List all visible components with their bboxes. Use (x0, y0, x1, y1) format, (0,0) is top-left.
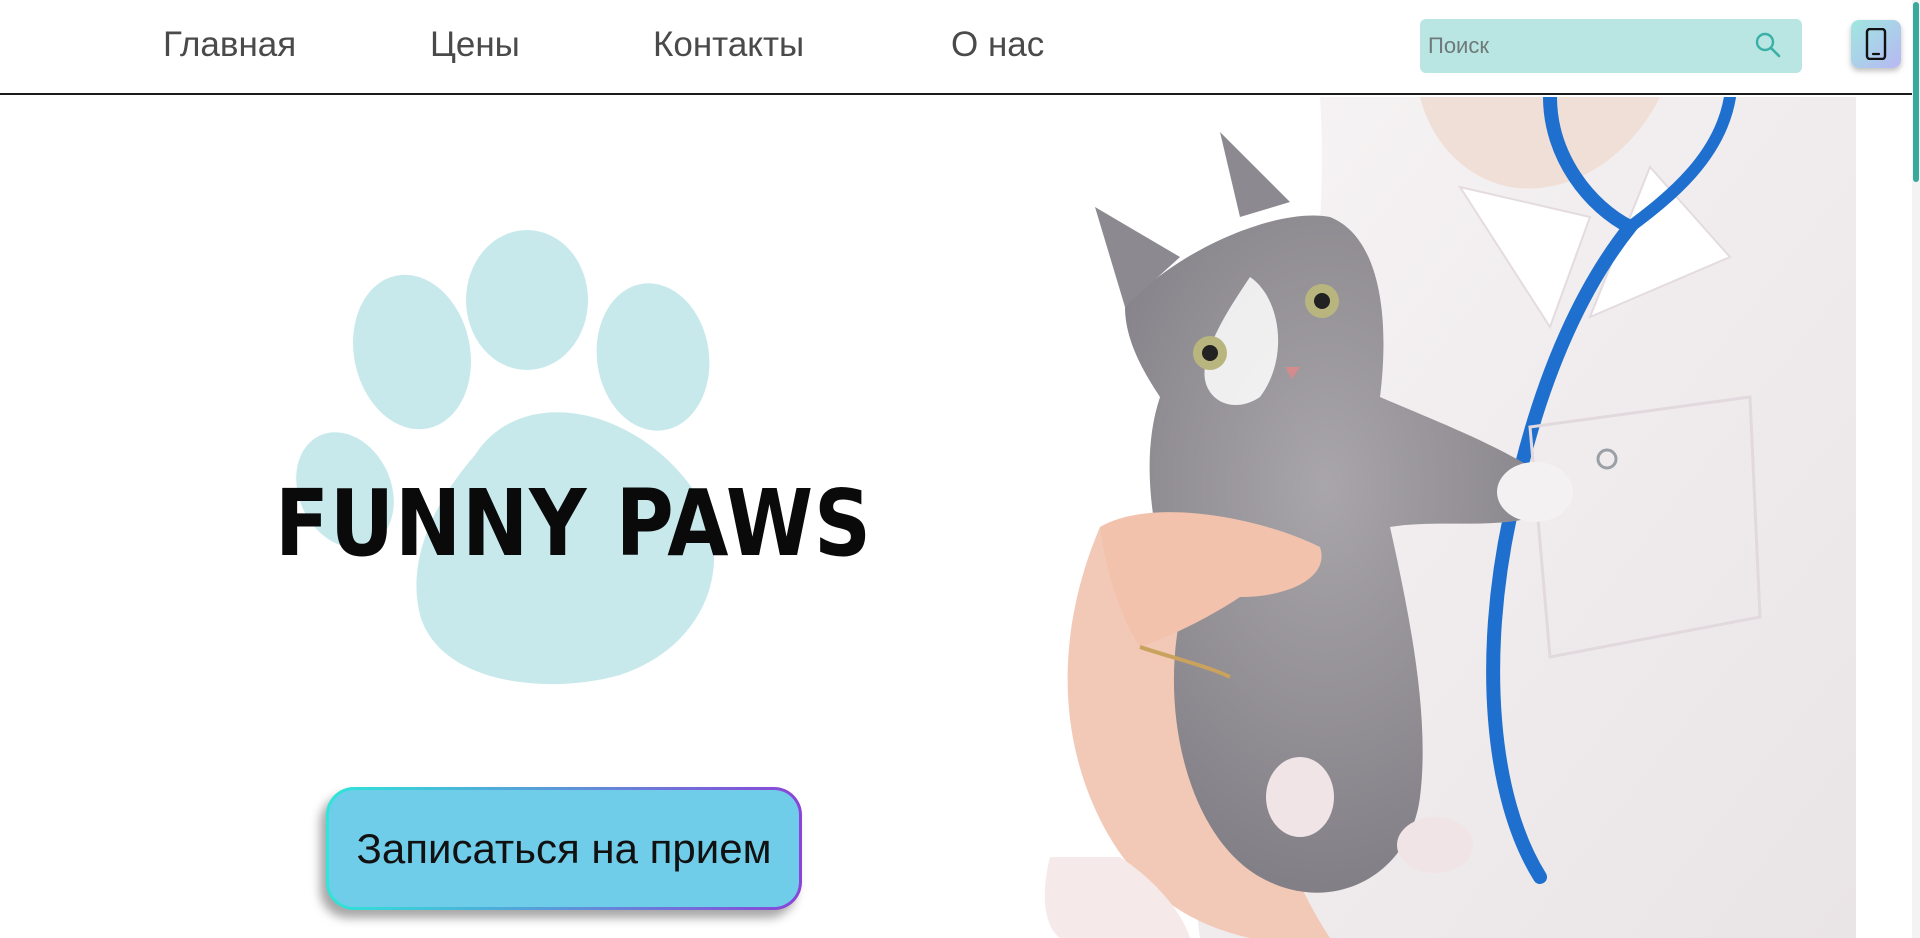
nav-link-about[interactable]: О нас (951, 25, 1044, 65)
phone-button[interactable] (1851, 20, 1901, 68)
brand-name: FUNNY PAWS (275, 470, 872, 577)
search-box (1420, 19, 1802, 73)
paw-logo (296, 230, 715, 685)
scrollbar-thumb[interactable] (1913, 2, 1919, 182)
book-appointment-button[interactable]: Записаться на прием (326, 787, 802, 910)
nav-link-prices[interactable]: Цены (430, 25, 520, 65)
nav-link-contacts[interactable]: Контакты (653, 25, 804, 65)
nav-link-home[interactable]: Главная (163, 25, 296, 65)
top-navigation-bar: Главная Цены Контакты О нас (0, 0, 1920, 95)
search-input[interactable] (1428, 19, 1748, 73)
phone-icon (1865, 28, 1887, 60)
search-icon[interactable] (1754, 31, 1782, 59)
hero-photo-kitten-vet (1030, 97, 1856, 938)
